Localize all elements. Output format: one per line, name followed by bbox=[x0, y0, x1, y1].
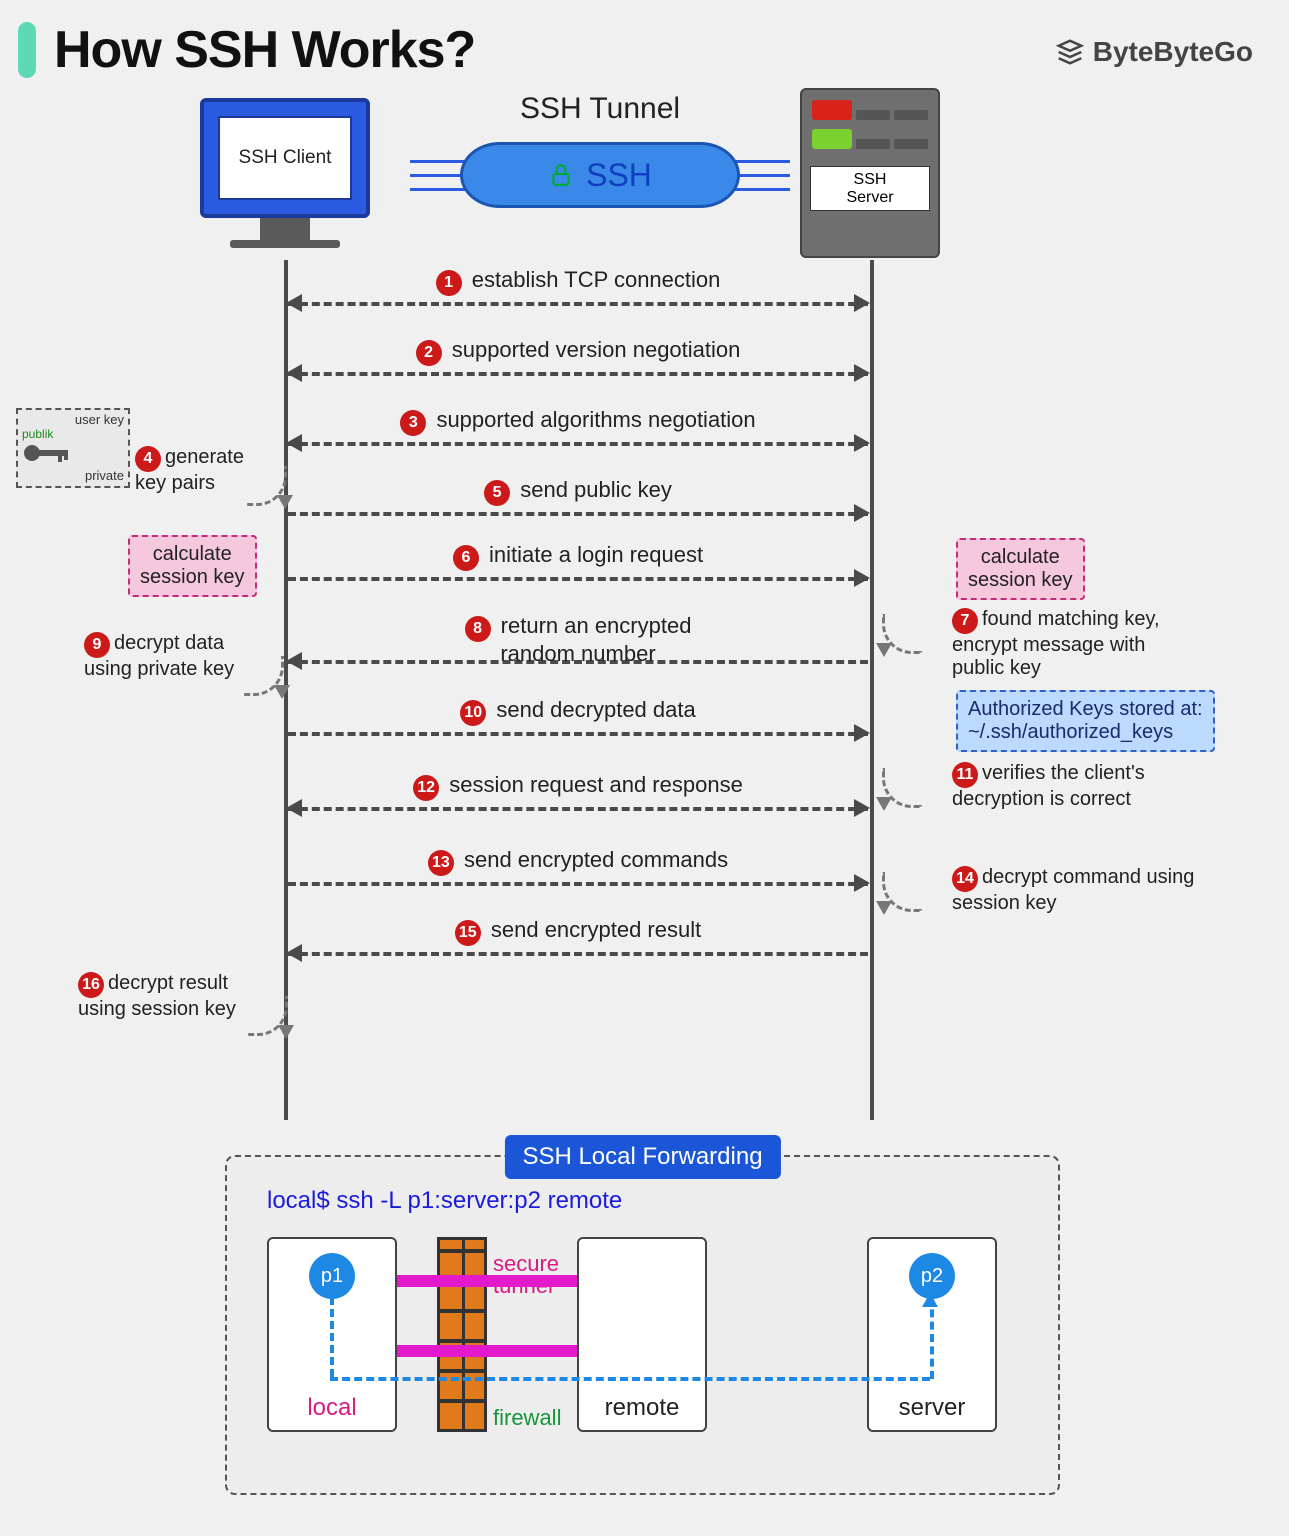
side-16: 16decrypt result using session key bbox=[78, 972, 283, 1021]
ssh-server: SSH Server bbox=[800, 88, 940, 258]
side-11: 11verifies the client's decryption is co… bbox=[952, 762, 1232, 811]
flow-label-3: 3 supported algorithms negotiation bbox=[288, 408, 868, 436]
flow-label-6: 6 initiate a login request bbox=[288, 543, 868, 571]
firewall-label: firewall bbox=[493, 1405, 561, 1431]
flow-label-2: 2 supported version negotiation bbox=[288, 338, 868, 366]
side-7: 7found matching key, encrypt message wit… bbox=[952, 608, 1232, 680]
flow-step-15: 15 send encrypted result bbox=[288, 922, 868, 962]
bluebox-l1: Authorized Keys stored at: bbox=[968, 698, 1203, 721]
flow-step-8: 8 return an encrypted random number bbox=[288, 630, 868, 670]
flow-label-12: 12 session request and response bbox=[288, 773, 868, 801]
accent-bar bbox=[18, 22, 36, 78]
flow-step-13: 13 send encrypted commands bbox=[288, 852, 868, 892]
flow-label-15: 15 send encrypted result bbox=[288, 918, 868, 946]
flow-step-10: 10 send decrypted data bbox=[288, 702, 868, 742]
server-label-2: Server bbox=[815, 189, 925, 207]
port-p1: p1 bbox=[309, 1253, 355, 1299]
flow-step-12: 12 session request and response bbox=[288, 777, 868, 817]
flow-label-1: 1 establish TCP connection bbox=[288, 268, 868, 296]
brand-logo-icon bbox=[1055, 37, 1085, 67]
brand: ByteByteGo bbox=[1055, 36, 1253, 68]
brand-text: ByteByteGo bbox=[1093, 36, 1253, 68]
flow-step-3: 3 supported algorithms negotiation bbox=[288, 412, 868, 452]
tunnel-caption: SSH Tunnel bbox=[420, 92, 780, 126]
side-9: 9decrypt data using private key bbox=[84, 632, 289, 681]
server-icon: SSH Server bbox=[800, 88, 940, 258]
bluebox-l2: ~/.ssh/authorized_keys bbox=[968, 721, 1203, 744]
side-14: 14decrypt command using session key bbox=[952, 866, 1232, 915]
flow-step-1: 1 establish TCP connection bbox=[288, 272, 868, 312]
user-key-box: user key publik private bbox=[16, 408, 130, 488]
flow-label-10: 10 send decrypted data bbox=[288, 698, 868, 726]
side-7-text: found matching key, encrypt message with… bbox=[952, 608, 1160, 679]
fwd-badge: SSH Local Forwarding bbox=[504, 1135, 780, 1179]
fwd-command: local$ ssh -L p1:server:p2 remote bbox=[267, 1187, 622, 1215]
key-icon bbox=[22, 441, 72, 465]
side-11-text: verifies the client's decryption is corr… bbox=[952, 762, 1145, 810]
flow-label-5: 5 send public key bbox=[288, 478, 868, 506]
fwd-remote-label: remote bbox=[579, 1394, 705, 1422]
flow-label-8: 8 return an encrypted random number bbox=[288, 614, 868, 666]
flow-step-5: 5 send public key bbox=[288, 482, 868, 522]
ssh-client: SSH Client bbox=[190, 98, 380, 248]
lock-icon bbox=[548, 160, 574, 190]
server-label-1: SSH bbox=[815, 171, 925, 189]
fwd-remote-node: remote bbox=[577, 1237, 707, 1432]
keybox-title: user key bbox=[22, 412, 124, 427]
flow-step-6: 6 initiate a login request bbox=[288, 547, 868, 587]
keybox-public: publik bbox=[22, 427, 124, 441]
authorized-keys-box: Authorized Keys stored at: ~/.ssh/author… bbox=[956, 690, 1215, 752]
side-4: 4generate key pairs bbox=[135, 446, 340, 495]
client-label: SSH Client bbox=[218, 116, 352, 200]
server-lifeline bbox=[870, 260, 874, 1120]
monitor-icon: SSH Client bbox=[200, 98, 370, 218]
fwd-local-label: local bbox=[269, 1394, 395, 1422]
ssh-tunnel: SSH Tunnel SSH bbox=[420, 92, 780, 218]
keybox-private: private bbox=[22, 468, 124, 483]
page-title: How SSH Works? bbox=[54, 20, 475, 80]
flow-label-13: 13 send encrypted commands bbox=[288, 848, 868, 876]
tunnel-text: SSH bbox=[586, 157, 652, 194]
side-14-text: decrypt command using session key bbox=[952, 866, 1194, 914]
firewall-icon bbox=[437, 1237, 487, 1432]
fwd-server-label: server bbox=[869, 1394, 995, 1422]
calc-session-left: calculate session key bbox=[128, 535, 257, 597]
flow-step-2: 2 supported version negotiation bbox=[288, 342, 868, 382]
ssh-forwarding-panel: SSH Local Forwarding local$ ssh -L p1:se… bbox=[225, 1155, 1060, 1495]
calc-session-right: calculate session key bbox=[956, 538, 1085, 600]
